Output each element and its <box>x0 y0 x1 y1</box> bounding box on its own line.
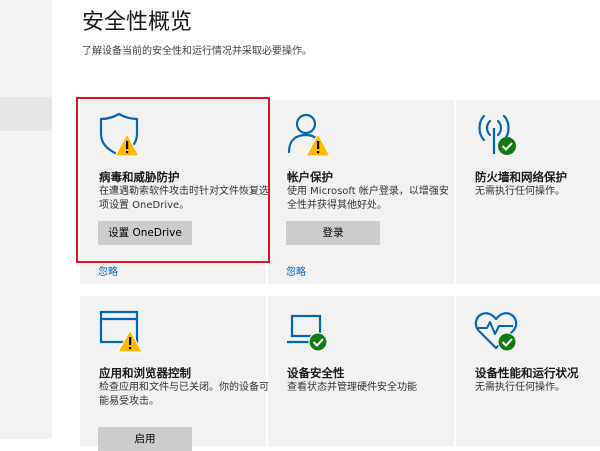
tile-device-performance-health[interactable]: 设备性能和运行状况 无需执行任何操作。 <box>456 296 600 446</box>
tile-title: 帐户保护 <box>287 170 333 184</box>
person-warning-icon <box>286 110 334 158</box>
dismiss-link[interactable]: 忽略 <box>286 263 306 278</box>
tile-title: 设备安全性 <box>287 366 345 380</box>
tile-description: 使用 Microsoft 帐户登录，以增强安全性并获得其他好处。 <box>287 186 449 211</box>
heart-pulse-check-icon <box>474 306 522 354</box>
tile-account-protection[interactable]: 帐户保护 使用 Microsoft 帐户登录，以增强安全性并获得其他好处。 登录… <box>268 100 454 284</box>
page-subtitle: 了解设备当前的安全性和运行情况并采取必要操作。 <box>82 46 312 57</box>
tile-firewall-network-protection[interactable]: 防火墙和网络保护 无需执行任何操作。 <box>456 100 600 284</box>
antenna-check-icon <box>474 110 522 158</box>
tile-virus-threat-protection[interactable]: 病毒和威胁防护 在遭遇勒索软件攻击时针对文件恢复选项设置 OneDrive。 设… <box>80 100 269 284</box>
tile-description: 在遭遇勒索软件攻击时针对文件恢复选项设置 OneDrive。 <box>99 186 269 211</box>
navigation-pane <box>0 0 52 439</box>
tile-title: 病毒和威胁防护 <box>99 170 180 184</box>
nav-item-selected[interactable] <box>0 97 52 131</box>
laptop-check-icon <box>286 306 334 354</box>
tile-app-browser-control[interactable]: 应用和浏览器控制 检查应用和文件与已关闭。你的设备可能易受攻击。 启用 <box>80 296 269 451</box>
tile-description: 检查应用和文件与已关闭。你的设备可能易受攻击。 <box>99 382 269 407</box>
dismiss-link[interactable]: 忽略 <box>98 263 118 278</box>
tile-title: 设备性能和运行状况 <box>475 366 579 380</box>
page-title: 安全性概览 <box>82 10 193 35</box>
shield-warning-icon <box>98 110 146 158</box>
browser-window-warning-icon <box>98 306 146 354</box>
tile-description: 无需执行任何操作。 <box>475 382 565 393</box>
sign-in-button[interactable]: 登录 <box>286 221 380 245</box>
tile-description: 查看状态并管理硬件安全功能 <box>287 382 417 393</box>
tile-title: 防火墙和网络保护 <box>475 170 567 184</box>
tile-device-security[interactable]: 设备安全性 查看状态并管理硬件安全功能 <box>268 296 454 446</box>
turn-on-button[interactable]: 启用 <box>98 427 192 451</box>
tile-title: 应用和浏览器控制 <box>99 366 191 380</box>
tile-description: 无需执行任何操作。 <box>475 186 565 197</box>
setup-onedrive-button[interactable]: 设置 OneDrive <box>98 221 192 245</box>
